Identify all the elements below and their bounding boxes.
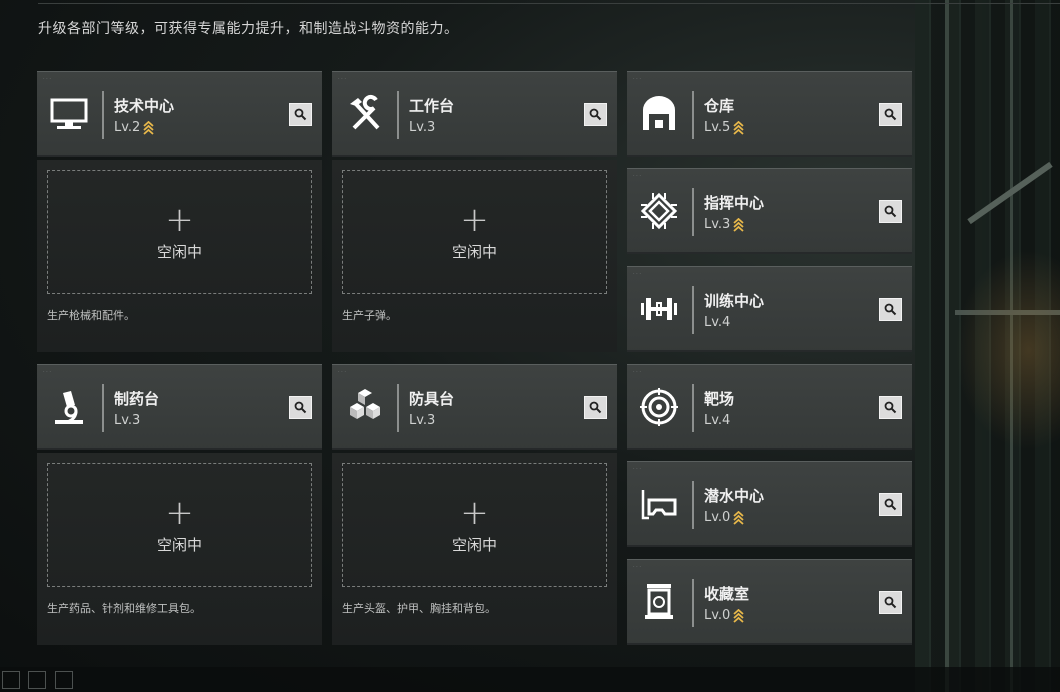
facility-level: Lv.2 xyxy=(114,120,141,135)
page-subtitle: 升级各部门等级，可获得专属能力提升，和制造战斗物资的能力。 xyxy=(38,21,459,37)
upgrade-chevron-icon xyxy=(143,120,154,135)
target-icon xyxy=(639,387,679,427)
idle-label: 空闲中 xyxy=(156,242,202,261)
facility-card-collection-room[interactable]: · · · 收藏室 Lv.0 xyxy=(627,559,912,645)
facility-card-workbench[interactable]: · · · 工作台 Lv.3 xyxy=(332,71,617,157)
idle-label: 空闲中 xyxy=(156,535,202,554)
microscope-icon xyxy=(49,387,89,427)
idle-label: 空闲中 xyxy=(451,535,497,554)
facility-level: Lv.3 xyxy=(114,413,141,428)
plus-icon: + xyxy=(165,492,194,533)
search-icon[interactable] xyxy=(879,200,902,223)
collection-icon xyxy=(639,582,679,622)
monitor-icon xyxy=(49,94,89,134)
facility-card-tech-center[interactable]: · · · 技术中心 Lv.2 xyxy=(37,71,322,157)
facility-card-diving-center[interactable]: · · · 潜水中心 Lv.0 xyxy=(627,461,912,547)
warehouse-icon xyxy=(639,94,679,134)
chip-icon xyxy=(639,191,679,231)
search-icon[interactable] xyxy=(879,493,902,516)
facility-level: Lv.3 xyxy=(704,217,731,232)
search-icon[interactable] xyxy=(879,591,902,614)
dumbbell-icon xyxy=(639,289,679,329)
production-slot-pharmacy[interactable]: + 空闲中 生产药品、针剂和维修工具包。 xyxy=(37,453,322,645)
idle-slot[interactable]: + 空闲中 xyxy=(47,463,312,587)
facility-level: Lv.3 xyxy=(409,413,436,428)
facility-card-command-center[interactable]: · · · 指挥中心 Lv.3 xyxy=(627,168,912,254)
idle-slot[interactable]: + 空闲中 xyxy=(342,170,607,294)
production-slot-workbench[interactable]: + 空闲中 生产子弹。 xyxy=(332,160,617,352)
upgrade-chevron-icon xyxy=(733,510,744,525)
production-slot-tech-center[interactable]: + 空闲中 生产枪械和配件。 xyxy=(37,160,322,352)
facility-name: 训练中心 xyxy=(704,292,765,310)
slot-description: 生产子弹。 xyxy=(342,309,397,322)
facility-name: 靶场 xyxy=(704,390,735,408)
slot-description: 生产药品、针剂和维修工具包。 xyxy=(47,602,201,615)
facility-level: Lv.0 xyxy=(704,510,731,525)
search-icon[interactable] xyxy=(879,396,902,419)
toolbar-slot[interactable] xyxy=(2,671,20,689)
upgrade-chevron-icon xyxy=(733,608,744,623)
tools-icon xyxy=(344,94,384,134)
plus-icon: + xyxy=(165,199,194,240)
upgrade-chevron-icon xyxy=(733,120,744,135)
facility-level: Lv.0 xyxy=(704,608,731,623)
facility-card-pharmacy[interactable]: · · · 制药台 Lv.3 xyxy=(37,364,322,450)
plus-icon: + xyxy=(460,199,489,240)
toolbar-slot[interactable] xyxy=(28,671,46,689)
idle-slot[interactable]: + 空闲中 xyxy=(47,170,312,294)
facility-name: 工作台 xyxy=(409,97,455,115)
search-icon[interactable] xyxy=(289,396,312,419)
facility-name: 收藏室 xyxy=(704,585,750,603)
bottom-toolbar xyxy=(0,667,1060,692)
search-icon[interactable] xyxy=(289,103,312,126)
facility-level: Lv.3 xyxy=(409,120,436,135)
facility-name: 制药台 xyxy=(114,390,160,408)
armor-blocks-icon xyxy=(344,387,384,427)
search-icon[interactable] xyxy=(584,103,607,126)
search-icon[interactable] xyxy=(584,396,607,419)
idle-slot[interactable]: + 空闲中 xyxy=(342,463,607,587)
dive-mask-icon xyxy=(639,484,679,524)
facility-level: Lv.4 xyxy=(704,413,731,428)
upgrade-chevron-icon xyxy=(733,217,744,232)
search-icon[interactable] xyxy=(879,298,902,321)
facility-name: 指挥中心 xyxy=(704,194,765,212)
background-scenery xyxy=(915,0,1060,692)
top-divider xyxy=(38,3,1060,4)
facility-card-training-center[interactable]: · · · 训练中心 Lv.4 xyxy=(627,266,912,352)
facility-level: Lv.5 xyxy=(704,120,731,135)
plus-icon: + xyxy=(460,492,489,533)
search-icon[interactable] xyxy=(879,103,902,126)
facility-name: 防具台 xyxy=(409,390,455,408)
facility-card-warehouse[interactable]: · · · 仓库 Lv.5 xyxy=(627,71,912,157)
slot-description: 生产头盔、护甲、胸挂和背包。 xyxy=(342,602,496,615)
production-slot-armor-bench[interactable]: + 空闲中 生产头盔、护甲、胸挂和背包。 xyxy=(332,453,617,645)
facility-level: Lv.4 xyxy=(704,315,731,330)
toolbar-slot[interactable] xyxy=(55,671,73,689)
facility-name: 仓库 xyxy=(704,97,735,115)
facility-name: 技术中心 xyxy=(114,97,175,115)
facility-card-shooting-range[interactable]: · · · 靶场 Lv.4 xyxy=(627,364,912,450)
facility-name: 潜水中心 xyxy=(704,487,765,505)
slot-description: 生产枪械和配件。 xyxy=(47,309,135,322)
idle-label: 空闲中 xyxy=(451,242,497,261)
facility-card-armor-bench[interactable]: · · · 防具台 Lv.3 xyxy=(332,364,617,450)
